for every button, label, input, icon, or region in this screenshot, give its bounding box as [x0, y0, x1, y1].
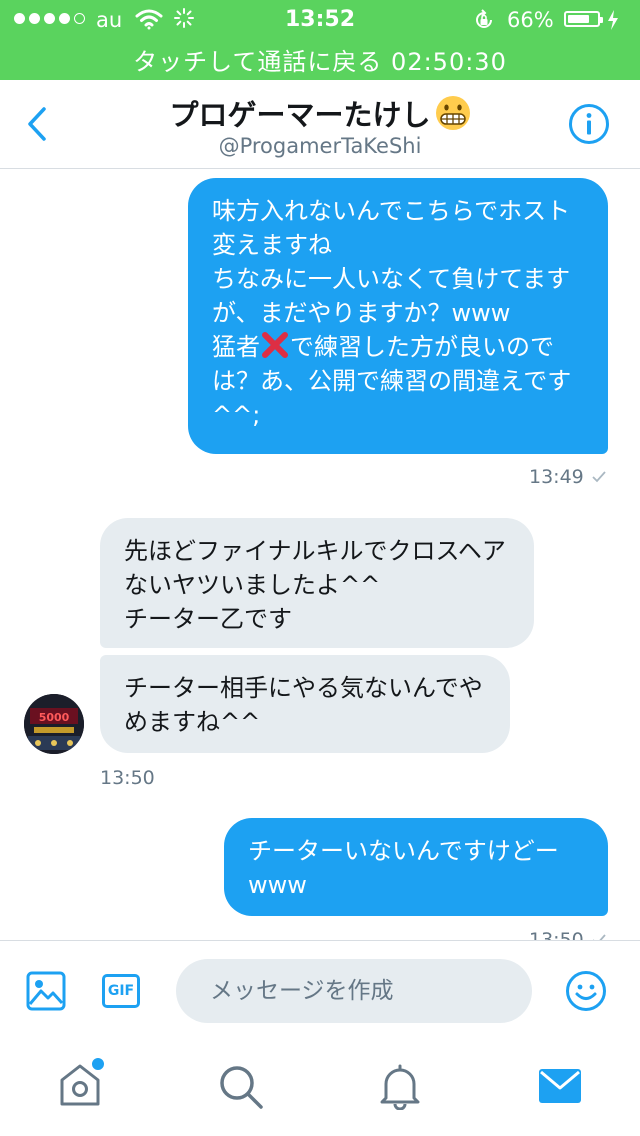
incoming-message[interactable]: 先ほどファイナルキルでクロスヘアないヤツいましたよ^^ チーター乙です: [100, 518, 534, 648]
incoming-message[interactable]: チーター相手にやる気ないんでやめますね^^: [100, 655, 510, 753]
timestamp-text: 13:50: [529, 929, 584, 940]
status-and-call-banner: au 13:52 66% タッチして通話に戻る 02:50:30: [0, 0, 640, 80]
search-icon[interactable]: [218, 1064, 264, 1110]
messages-mail-icon[interactable]: [538, 1068, 582, 1104]
status-bar: au 13:52 66%: [0, 0, 640, 40]
message-timestamp: 13:49: [529, 466, 606, 488]
home-notification-dot: [90, 1056, 106, 1072]
tab-bar: [0, 1040, 640, 1136]
charging-bolt-icon: [608, 10, 618, 30]
image-icon[interactable]: [26, 971, 66, 1011]
message-input[interactable]: メッセージを作成: [176, 959, 532, 1023]
user-display-name: プロゲーマーたけし: [169, 98, 431, 132]
message-timestamp: 13:50: [529, 929, 606, 940]
gif-button[interactable]: GIF: [102, 974, 140, 1008]
message-text: 先ほどファイナルキルでクロスヘアないヤツいましたよ^^ チーター乙です: [124, 537, 506, 633]
user-handle: @ProgamerTaKeShi: [218, 134, 422, 158]
sent-check-icon: [592, 471, 606, 483]
emoji-icon[interactable]: [565, 970, 607, 1012]
notifications-bell-icon[interactable]: [378, 1064, 422, 1110]
cross-mark-emoji: [262, 332, 288, 358]
message-text: チーターいないんですけどーwww: [248, 837, 559, 899]
timestamp-text: 13:49: [529, 466, 584, 488]
outgoing-message[interactable]: チーターいないんですけどーwww: [224, 818, 608, 916]
battery-icon: [564, 11, 603, 27]
message-text: チーター相手にやる気ないんでやめますね^^: [124, 674, 483, 736]
battery-percent: 66%: [507, 8, 554, 32]
avatar[interactable]: 5000: [24, 694, 84, 754]
grimacing-face-emoji: [435, 96, 470, 130]
message-timestamp: 13:50: [100, 767, 155, 789]
message-composer: GIF メッセージを作成: [0, 940, 640, 1041]
outgoing-message[interactable]: 味方入れないんでこちらでホスト変えますね ちなみに一人いなくて負けてますが、まだ…: [188, 178, 608, 454]
conversation-header: プロゲーマーたけし @ProgamerTaKeShi: [0, 80, 640, 169]
return-to-call-banner[interactable]: タッチして通話に戻る 02:50:30: [0, 42, 640, 77]
rotation-lock-icon: [476, 9, 492, 28]
conversation-title: プロゲーマーたけし: [0, 92, 640, 134]
info-icon[interactable]: [568, 103, 610, 145]
svg-text:5000: 5000: [39, 711, 70, 724]
